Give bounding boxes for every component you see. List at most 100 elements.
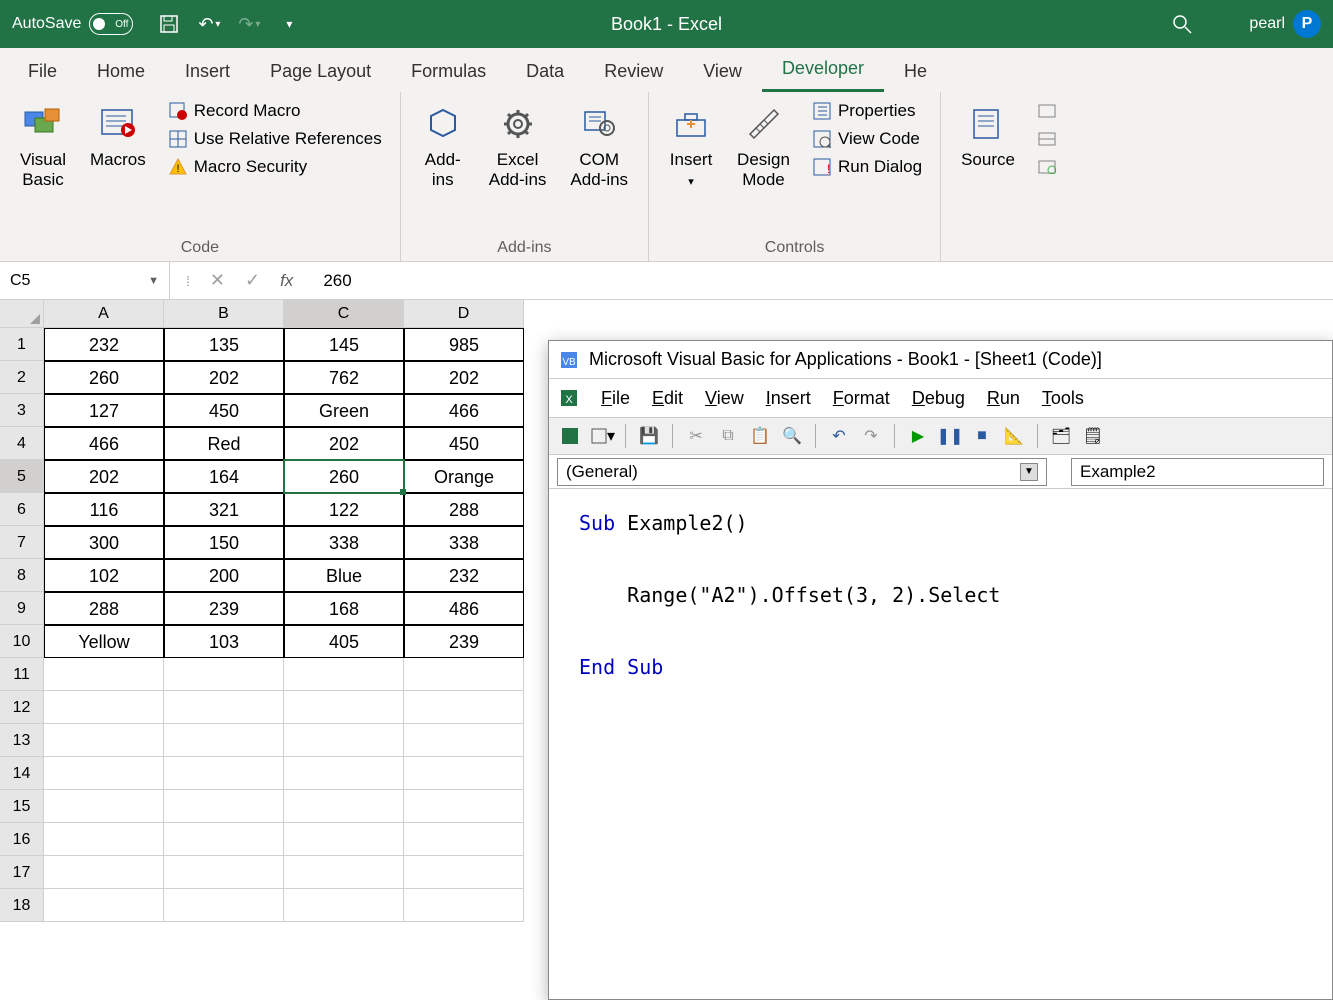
cell[interactable] — [164, 823, 284, 856]
copy-icon[interactable]: ⧉ — [715, 423, 741, 449]
cell[interactable]: Blue — [284, 559, 404, 592]
column-header[interactable]: C — [284, 300, 404, 328]
tab-home[interactable]: Home — [77, 51, 165, 92]
source-button[interactable]: Source — [953, 98, 1023, 174]
tab-insert[interactable]: Insert — [165, 51, 250, 92]
excel-switch-icon[interactable]: X — [559, 388, 579, 408]
row-header[interactable]: 15 — [0, 790, 44, 823]
cell[interactable]: 486 — [404, 592, 524, 625]
vba-editor-window[interactable]: VB Microsoft Visual Basic for Applicatio… — [548, 340, 1333, 1000]
vba-menu-tools[interactable]: Tools — [1042, 388, 1084, 408]
search-area[interactable] — [1171, 13, 1193, 35]
cell[interactable] — [44, 889, 164, 922]
row-header[interactable]: 5 — [0, 460, 44, 493]
excel-addins-button[interactable]: Excel Add-ins — [481, 98, 555, 195]
cell[interactable] — [164, 658, 284, 691]
cell[interactable]: 135 — [164, 328, 284, 361]
fx-icon[interactable]: fx — [280, 271, 293, 291]
undo-icon[interactable]: ↶▾ — [197, 12, 221, 36]
cell[interactable] — [44, 757, 164, 790]
cancel-icon[interactable]: ✕ — [210, 270, 225, 291]
cell[interactable]: Yellow — [44, 625, 164, 658]
cell[interactable]: 466 — [404, 394, 524, 427]
vba-menu-file[interactable]: File — [601, 388, 630, 408]
cell[interactable]: 239 — [404, 625, 524, 658]
row-header[interactable]: 7 — [0, 526, 44, 559]
row-header[interactable]: 8 — [0, 559, 44, 592]
cell[interactable]: 288 — [404, 493, 524, 526]
redo-icon[interactable]: ↷▾ — [237, 12, 261, 36]
column-header[interactable]: B — [164, 300, 284, 328]
row-header[interactable]: 14 — [0, 757, 44, 790]
macros-button[interactable]: Macros — [82, 98, 154, 174]
tab-he[interactable]: He — [884, 51, 947, 92]
tab-page-layout[interactable]: Page Layout — [250, 51, 391, 92]
procedure-combo[interactable]: Example2 — [1071, 458, 1324, 486]
row-header[interactable]: 3 — [0, 394, 44, 427]
properties-button[interactable]: Properties — [806, 98, 928, 124]
view-excel-icon[interactable] — [557, 423, 583, 449]
cell[interactable] — [284, 790, 404, 823]
chevron-down-icon[interactable]: ▼ — [1020, 463, 1038, 481]
find-icon[interactable]: 🔍 — [779, 423, 805, 449]
addins-button[interactable]: Add- ins — [413, 98, 473, 195]
cell[interactable] — [44, 724, 164, 757]
vba-menu-run[interactable]: Run — [987, 388, 1020, 408]
xml-btn-1[interactable] — [1031, 98, 1063, 124]
cell[interactable] — [164, 724, 284, 757]
cell[interactable]: 102 — [44, 559, 164, 592]
stop-icon[interactable]: ■ — [969, 423, 995, 449]
cell[interactable]: 232 — [404, 559, 524, 592]
cell[interactable] — [284, 856, 404, 889]
avatar[interactable]: P — [1293, 10, 1321, 38]
cell[interactable]: 985 — [404, 328, 524, 361]
save-icon[interactable] — [157, 12, 181, 36]
cell[interactable] — [284, 658, 404, 691]
name-box[interactable]: C5 ▼ — [0, 262, 170, 299]
cell[interactable] — [404, 757, 524, 790]
project-explorer-icon[interactable]: 🗂 — [1048, 423, 1074, 449]
cell[interactable]: 202 — [404, 361, 524, 394]
cell[interactable]: 103 — [164, 625, 284, 658]
vba-menu-view[interactable]: View — [705, 388, 744, 408]
cell[interactable] — [44, 856, 164, 889]
cell[interactable]: 122 — [284, 493, 404, 526]
cell[interactable]: 168 — [284, 592, 404, 625]
dots-icon[interactable]: ⁞ — [186, 273, 190, 289]
cell[interactable] — [44, 658, 164, 691]
xml-btn-3[interactable] — [1031, 154, 1063, 180]
cell[interactable]: 200 — [164, 559, 284, 592]
undo-icon[interactable]: ↶ — [826, 423, 852, 449]
user-account[interactable]: pearl P — [1249, 10, 1321, 38]
tab-data[interactable]: Data — [506, 51, 584, 92]
cell[interactable] — [164, 856, 284, 889]
cell[interactable] — [404, 658, 524, 691]
cell[interactable] — [404, 724, 524, 757]
vba-menu-insert[interactable]: Insert — [766, 388, 811, 408]
cell[interactable] — [404, 889, 524, 922]
row-header[interactable]: 4 — [0, 427, 44, 460]
cell[interactable]: 466 — [44, 427, 164, 460]
vba-menu-format[interactable]: Format — [833, 388, 890, 408]
vba-menu-edit[interactable]: Edit — [652, 388, 683, 408]
cell[interactable]: 405 — [284, 625, 404, 658]
autosave-toggle[interactable]: AutoSave Off — [12, 13, 133, 35]
vba-title-bar[interactable]: VB Microsoft Visual Basic for Applicatio… — [549, 341, 1332, 379]
cell[interactable]: Green — [284, 394, 404, 427]
vba-menu-debug[interactable]: Debug — [912, 388, 965, 408]
row-header[interactable]: 13 — [0, 724, 44, 757]
qat-customize-icon[interactable]: ▾ — [277, 12, 301, 36]
cell[interactable]: 164 — [164, 460, 284, 493]
cell[interactable] — [404, 856, 524, 889]
row-header[interactable]: 9 — [0, 592, 44, 625]
pause-icon[interactable]: ❚❚ — [937, 423, 963, 449]
xml-btn-2[interactable] — [1031, 126, 1063, 152]
cell[interactable]: 300 — [44, 526, 164, 559]
cell[interactable] — [164, 790, 284, 823]
vba-code-editor[interactable]: Sub Example2() Range("A2").Offset(3, 2).… — [549, 489, 1332, 701]
insert-control-button[interactable]: Insert▾ — [661, 98, 721, 195]
cell[interactable]: 202 — [284, 427, 404, 460]
visual-basic-button[interactable]: Visual Basic — [12, 98, 74, 195]
cell[interactable] — [164, 889, 284, 922]
cell[interactable]: 239 — [164, 592, 284, 625]
